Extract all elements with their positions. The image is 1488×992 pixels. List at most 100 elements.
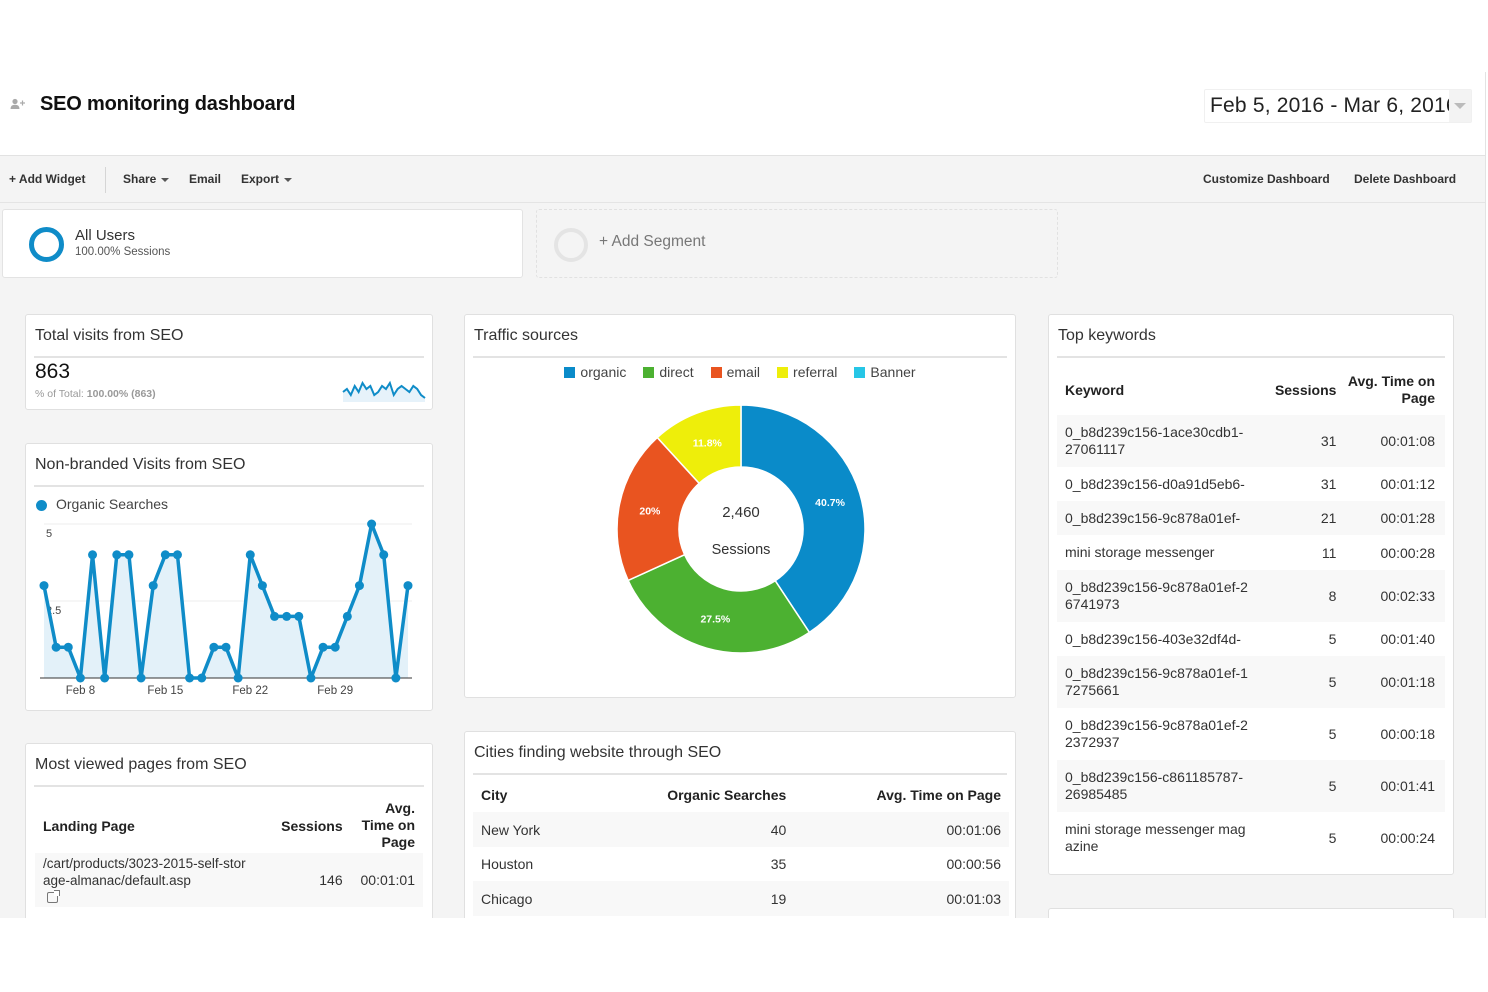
data-point[interactable] <box>306 673 316 683</box>
widget-cities: Cities finding website through SEO City … <box>464 731 1016 918</box>
x-tick-label: Feb 15 <box>147 685 183 697</box>
external-link-icon[interactable] <box>47 890 60 904</box>
data-point[interactable] <box>403 581 413 591</box>
col-city[interactable]: City <box>473 778 588 812</box>
data-point[interactable] <box>172 550 182 560</box>
data-point[interactable] <box>209 642 219 652</box>
legend-swatch <box>643 366 655 378</box>
export-menu[interactable]: Export <box>241 172 293 186</box>
col-sessions[interactable]: Sessions <box>271 798 351 853</box>
data-point[interactable] <box>112 550 122 560</box>
caret-down-icon <box>161 177 170 182</box>
table-row: 0_b8d239c156-1ace30cdb1-27061117 31 00:01:… <box>1057 415 1445 467</box>
line-chart: 2.55Feb 8 Feb 15 Feb 22 Feb 29 <box>39 519 413 697</box>
legend-item-organic[interactable]: organic <box>564 364 626 380</box>
data-point[interactable] <box>294 611 304 621</box>
col-organic-searches[interactable]: Organic Searches <box>588 778 794 812</box>
most-viewed-table: Landing Page Sessions Avg. Time on Page … <box>35 798 423 907</box>
table-header-row: Keyword Sessions Avg. Time on Page <box>1057 365 1445 415</box>
legend-item-banner[interactable]: Banner <box>854 364 916 380</box>
donut-slice-direct[interactable] <box>627 553 811 654</box>
data-point[interactable] <box>75 673 85 683</box>
page-title: SEO monitoring dashboard <box>40 93 296 115</box>
data-point[interactable] <box>270 611 280 621</box>
keyword-cell: 0_b8d239c156-9c878a01ef-17275661 <box>1057 656 1259 708</box>
data-point[interactable] <box>354 581 364 591</box>
chevron-down-icon[interactable] <box>1449 90 1471 122</box>
data-point[interactable] <box>221 642 231 652</box>
col-avg-time[interactable]: Avg. Time on Page <box>794 778 1009 812</box>
data-point[interactable] <box>63 642 73 652</box>
legend-label: referral <box>793 364 838 380</box>
segment-all-users[interactable]: All Users 100.00% Sessions <box>2 209 523 278</box>
time-cell: 00:01:41 <box>1336 760 1445 812</box>
share-user-icon[interactable] <box>10 98 26 110</box>
widget-divider <box>34 785 424 787</box>
col-keyword[interactable]: Keyword <box>1057 365 1258 415</box>
legend-swatch <box>854 366 866 378</box>
data-point[interactable] <box>318 642 328 652</box>
data-point[interactable] <box>197 673 207 683</box>
data-point[interactable] <box>379 550 389 560</box>
date-range-picker[interactable]: Feb 5, 2016 - Mar 6, 2016 <box>1204 89 1472 123</box>
col-landing-page[interactable]: Landing Page <box>35 798 271 853</box>
data-point[interactable] <box>391 673 401 683</box>
sessions-cell: 5 <box>1328 830 1337 846</box>
x-tick-label: Feb 8 <box>66 685 95 697</box>
keyword-cell: mini storage messenger <box>1065 544 1215 560</box>
table-row: /cart/products/3023-2015-self-storage-al… <box>35 853 423 907</box>
col-avg-time[interactable]: Avg. Time on Page <box>351 798 423 853</box>
time-cell: 00:01:12 <box>1380 476 1436 492</box>
table-row: 0_b8d239c156-9c878a01ef-17275661 5 00:01:1… <box>1057 656 1445 708</box>
dashboard-app: SEO monitoring dashboard Feb 5, 2016 - M… <box>0 72 1486 918</box>
sessions-cell: 5 <box>1328 726 1337 742</box>
data-point[interactable] <box>185 673 195 683</box>
data-point[interactable] <box>124 550 134 560</box>
widget-title: Non-branded Visits from SEO <box>35 456 246 473</box>
table-row: Chicago 19 00:01:03 <box>473 881 1009 916</box>
widget-divider <box>1057 356 1445 358</box>
data-point[interactable] <box>148 581 158 591</box>
landing-page-link[interactable]: /cart/products/3023-2015-self-storage-al… <box>43 855 253 889</box>
legend-item-email[interactable]: email <box>710 364 760 380</box>
add-widget-button[interactable]: + Add Widget <box>9 172 85 186</box>
legend-item-direct[interactable]: direct <box>643 364 694 380</box>
share-label: Share <box>123 172 157 186</box>
data-point[interactable] <box>88 550 98 560</box>
keyword-cell: 0_b8d239c156-c861185787-26985485 <box>1057 760 1259 812</box>
pie-legend: organic direct email referral Banner <box>465 364 1015 380</box>
data-point[interactable] <box>367 519 377 529</box>
data-point[interactable] <box>51 642 61 652</box>
time-cell: 00:01:40 <box>1380 631 1436 647</box>
delete-dashboard-button[interactable]: Delete Dashboard <box>1354 172 1456 186</box>
data-point[interactable] <box>100 673 110 683</box>
sparkline-chart <box>342 380 426 402</box>
add-segment-button[interactable]: + Add Segment <box>536 209 1058 278</box>
table-row: Houston 35 00:00:56 <box>473 847 1009 881</box>
data-point[interactable] <box>257 581 267 591</box>
data-point[interactable] <box>245 550 255 560</box>
data-point[interactable] <box>342 611 352 621</box>
metric-sub-label: % of Total: <box>35 388 84 400</box>
data-point[interactable] <box>160 550 170 560</box>
data-point[interactable] <box>39 581 49 591</box>
time-cell: 00:00:18 <box>1380 726 1436 742</box>
share-menu[interactable]: Share <box>123 172 170 186</box>
table-row: 0_b8d239c156-9c878a01ef-22372937 5 00:00:1… <box>1057 708 1445 760</box>
data-point[interactable] <box>282 611 292 621</box>
email-button[interactable]: Email <box>189 172 221 186</box>
widget-divider <box>34 485 424 487</box>
city-cell: New York <box>473 812 588 847</box>
col-sessions[interactable]: Sessions <box>1258 365 1336 415</box>
table-row: 0_b8d239c156-c861185787-26985485 5 00:01:4… <box>1057 760 1445 812</box>
customize-dashboard-button[interactable]: Customize Dashboard <box>1203 172 1330 186</box>
data-point[interactable] <box>330 642 340 652</box>
legend-item-referral[interactable]: referral <box>777 364 837 380</box>
col-avg-time[interactable]: Avg. Time on Page <box>1336 365 1445 415</box>
data-point[interactable] <box>136 673 146 683</box>
searches-cell: 35 <box>770 856 787 872</box>
time-cell: 00:02:33 <box>1336 570 1445 622</box>
data-point[interactable] <box>233 673 243 683</box>
metric-value: 863 <box>35 360 71 383</box>
caret-down-icon <box>284 177 293 182</box>
